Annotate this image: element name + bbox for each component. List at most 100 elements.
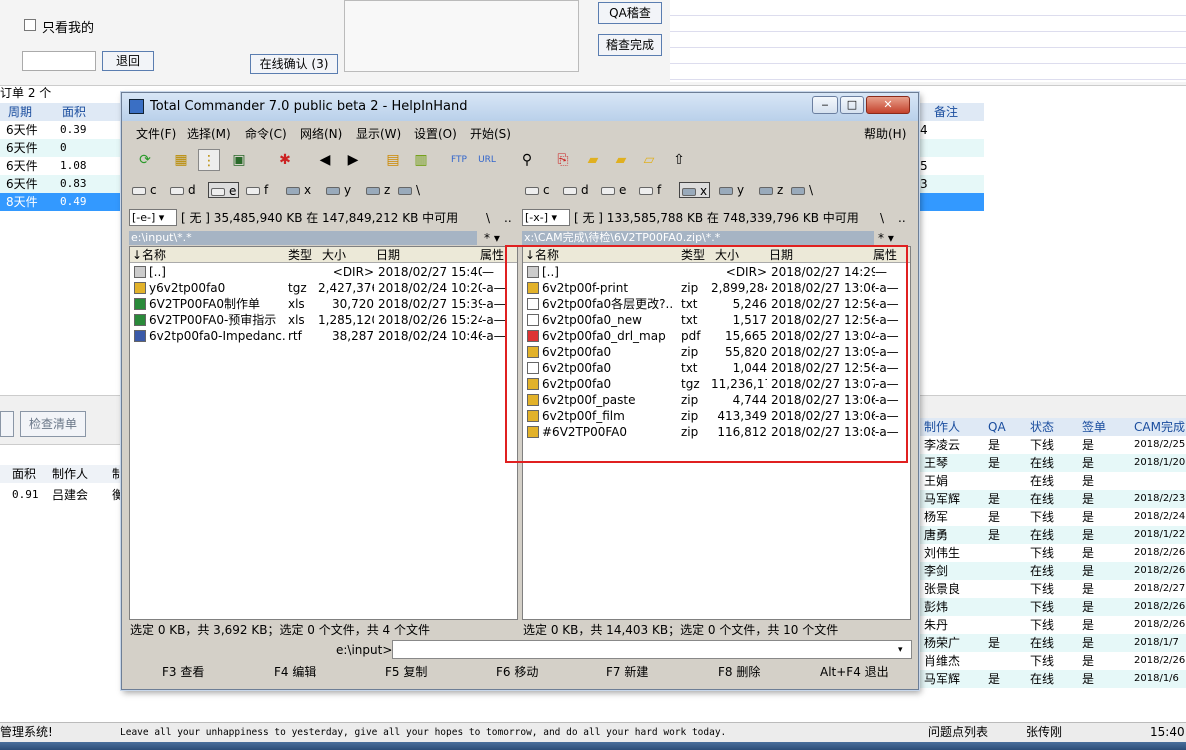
- f6-move-button[interactable]: F6 移动: [496, 663, 538, 681]
- drive-button-x[interactable]: x: [286, 182, 311, 198]
- parent-dir-icon[interactable]: ⇧: [668, 149, 690, 171]
- menu-help[interactable]: 帮助(H): [864, 125, 906, 142]
- status-issue-list[interactable]: 问题点列表: [928, 723, 988, 741]
- drive-icon: [791, 186, 805, 195]
- side-num: 5: [920, 159, 928, 173]
- file-row[interactable]: 6V2TP00FA0-预审指示 xls 1,285,120 2018/02/26 15…: [132, 312, 516, 328]
- left-root-button[interactable]: \: [486, 209, 490, 227]
- menu-select[interactable]: 选择(M): [187, 125, 231, 142]
- left-up-button[interactable]: ..: [504, 209, 512, 227]
- drive-icon: [639, 186, 653, 195]
- only-mine-checkbox[interactable]: [24, 19, 36, 31]
- drive-button-c[interactable]: c: [525, 182, 550, 198]
- check-done-button[interactable]: 稽查完成: [598, 34, 662, 56]
- menu-file[interactable]: 文件(F): [136, 125, 176, 142]
- drive-button-x[interactable]: x: [679, 182, 711, 198]
- drive-letter: e: [619, 183, 627, 197]
- back-button[interactable]: 退回: [102, 51, 154, 71]
- close-button[interactable]: ✕: [866, 96, 910, 114]
- folder-open-icon[interactable]: ▱: [638, 149, 660, 171]
- pack-icon[interactable]: ▤: [382, 149, 404, 171]
- filter-input[interactable]: [22, 51, 96, 71]
- status-user: 张传刚: [1026, 725, 1063, 739]
- drive-icon: [246, 186, 260, 195]
- col-date[interactable]: 日期: [376, 247, 400, 263]
- drive-button-f[interactable]: f: [246, 182, 268, 198]
- f5-copy-button[interactable]: F5 复制: [385, 663, 427, 681]
- f8-delete-button[interactable]: F8 删除: [718, 663, 760, 681]
- left-status: 选定 0 KB，共 3,692 KB；选定 0 个文件，共 4 个文件: [130, 623, 430, 637]
- drive-letter: z: [384, 183, 391, 197]
- drive-button-z[interactable]: z: [759, 182, 783, 198]
- menu-network[interactable]: 网络(N): [300, 125, 342, 142]
- drive-button-network[interactable]: \: [791, 182, 813, 198]
- unpack-icon[interactable]: ▥: [410, 149, 432, 171]
- file-type: xls: [288, 313, 305, 327]
- left-drive-select[interactable]: [-e-] ▾: [129, 209, 177, 226]
- drive-button-z[interactable]: z: [366, 182, 390, 198]
- thumbnail-view-icon[interactable]: ▣: [228, 149, 250, 171]
- invert-selection-icon[interactable]: ✱: [274, 149, 296, 171]
- drive-button-network[interactable]: \: [398, 182, 420, 198]
- menu-start[interactable]: 开始(S): [470, 125, 511, 142]
- drive-button-f[interactable]: f: [639, 182, 661, 198]
- right-root-button[interactable]: \: [880, 209, 884, 227]
- col-name[interactable]: ↓名称: [132, 247, 166, 263]
- refresh-icon[interactable]: ⟳: [134, 149, 156, 171]
- file-row[interactable]: y6v2tp00fa0 tgz 2,427,376 2018/02/24 10:20-…: [132, 280, 516, 296]
- file-row[interactable]: 6V2TP00FA0制作单 xls 30,720 2018/02/27 15:39 -a…: [132, 296, 516, 312]
- right-grid-cell: 2018/2/27: [1134, 583, 1186, 594]
- forward-arrow-icon[interactable]: ▶: [342, 149, 364, 171]
- lower-maker: 吕建会: [52, 488, 89, 502]
- file-row[interactable]: [..] <DIR> 2018/02/27 15:40—: [132, 264, 516, 280]
- right-drive-select[interactable]: [-x-] ▾: [522, 209, 570, 226]
- folder-icon[interactable]: ▰: [582, 149, 604, 171]
- minimize-button[interactable]: ‒: [812, 96, 838, 114]
- drive-button-e[interactable]: e: [601, 182, 626, 198]
- command-input[interactable]: [392, 640, 912, 659]
- online-confirm-button[interactable]: 在线确认 (3): [250, 54, 338, 74]
- menu-settings[interactable]: 设置(O): [414, 125, 457, 142]
- drive-button-c[interactable]: c: [132, 182, 157, 198]
- col-size[interactable]: 大小: [322, 247, 346, 263]
- url-icon[interactable]: URL: [476, 149, 498, 171]
- highlight-box: [505, 245, 908, 463]
- drive-button-d[interactable]: d: [170, 182, 196, 198]
- drive-button-e[interactable]: e: [208, 182, 240, 198]
- right-grid-cell: 在线: [1030, 456, 1055, 470]
- check-list-button[interactable]: 检查清单: [20, 411, 86, 437]
- menu-view[interactable]: 显示(W): [356, 125, 401, 142]
- qa-check-button[interactable]: QA稽查: [598, 2, 662, 24]
- right-status: 选定 0 KB，共 14,403 KB；选定 0 个文件，共 10 个文件: [523, 623, 839, 637]
- command-dropdown-icon[interactable]: ▾: [898, 641, 903, 659]
- drive-icon: [601, 186, 615, 195]
- right-up-button[interactable]: ..: [898, 209, 906, 227]
- drive-button-d[interactable]: d: [563, 182, 589, 198]
- brief-view-icon[interactable]: ▦: [170, 149, 192, 171]
- folder-sync-icon[interactable]: ▰: [610, 149, 632, 171]
- taskbar: [0, 742, 1186, 750]
- col-attr[interactable]: 属性: [480, 247, 504, 263]
- f7-new-button[interactable]: F7 新建: [606, 663, 648, 681]
- detail-view-icon[interactable]: ⋮: [198, 149, 220, 171]
- left-star[interactable]: * ▾: [484, 229, 500, 247]
- f3-view-button[interactable]: F3 查看: [162, 663, 204, 681]
- ftp-icon[interactable]: FTP: [448, 149, 470, 171]
- file-size: 38,287: [332, 329, 374, 343]
- maximize-button[interactable]: □: [840, 96, 864, 114]
- left-cut-button[interactable]: [0, 411, 14, 437]
- f4-edit-button[interactable]: F4 编辑: [274, 663, 316, 681]
- file-row[interactable]: 6v2tp00fa0-Impedanc.. rtf 38,287 2018/02/24…: [132, 328, 516, 344]
- drive-button-y[interactable]: y: [326, 182, 351, 198]
- menu-command[interactable]: 命令(C): [245, 125, 287, 142]
- col-type[interactable]: 类型: [288, 247, 312, 263]
- drive-button-y[interactable]: y: [719, 182, 744, 198]
- file-xls-icon: [134, 314, 146, 326]
- pdf-icon[interactable]: ⎘: [552, 149, 574, 171]
- altf4-exit-button[interactable]: Alt+F4 退出: [820, 663, 889, 681]
- col-period: 周期: [8, 105, 33, 119]
- left-file-panel[interactable]: ↓名称 类型 大小 日期 属性 [..] <DIR> 2018/02/27 15:4…: [129, 246, 518, 620]
- back-arrow-icon[interactable]: ◀: [314, 149, 336, 171]
- drive-letter: y: [737, 183, 745, 197]
- search-icon[interactable]: ⚲: [516, 149, 538, 171]
